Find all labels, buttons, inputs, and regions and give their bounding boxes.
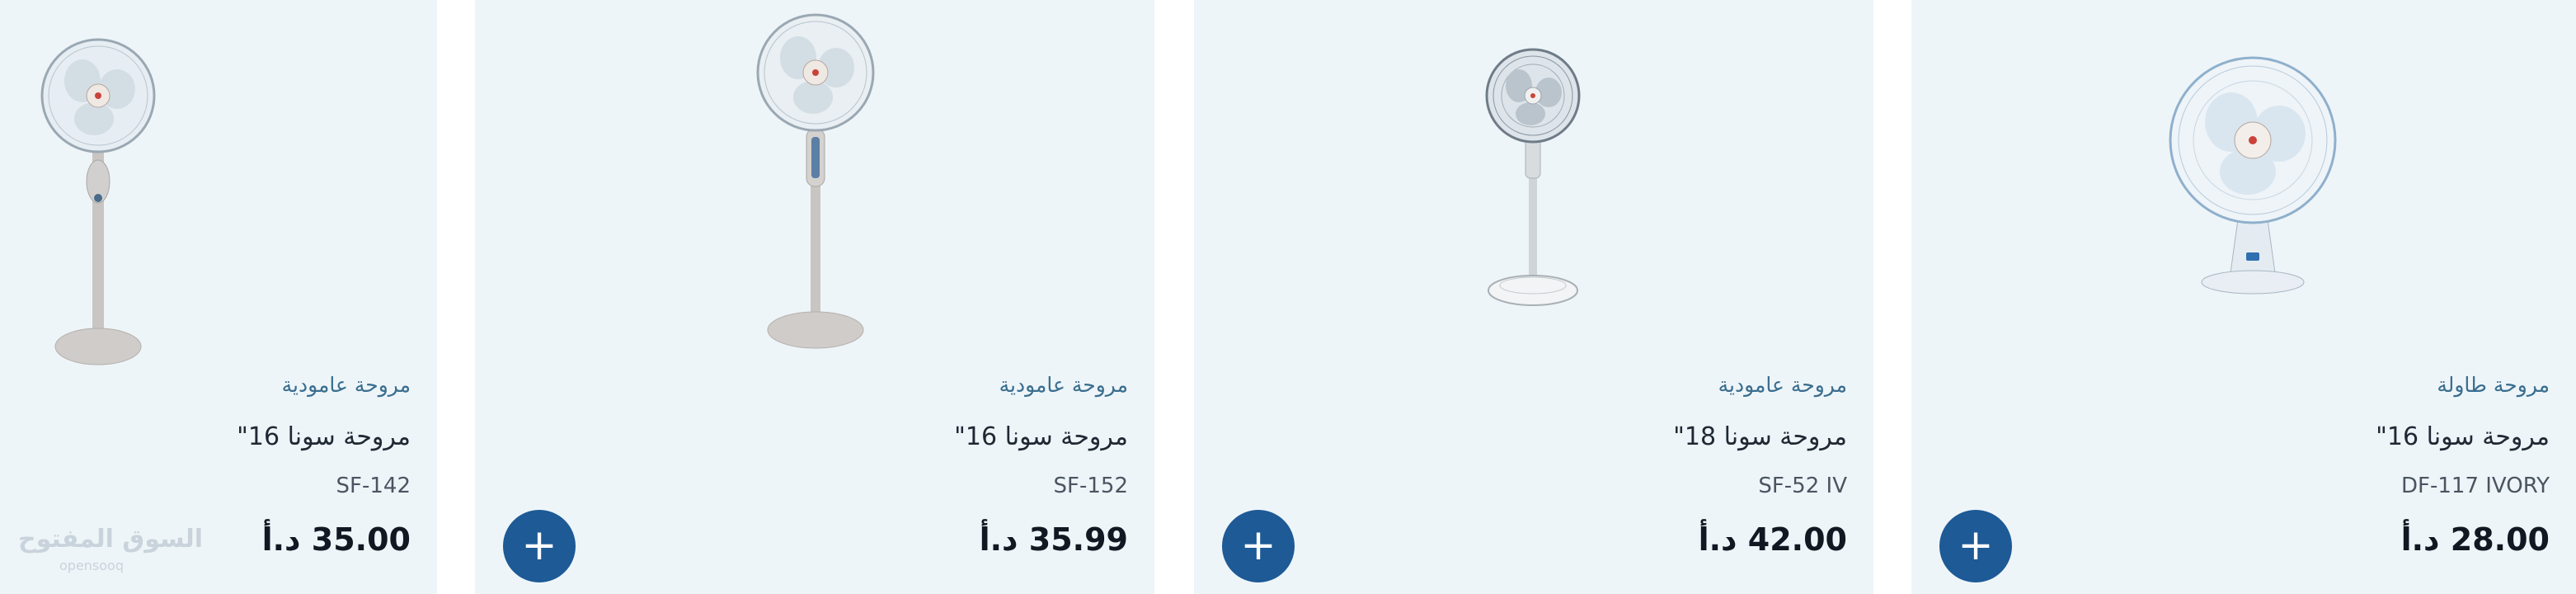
product-category: مروحة طاولة <box>2437 373 2550 397</box>
product-image[interactable] <box>0 0 437 365</box>
product-name[interactable]: مروحة سونا 16" <box>237 422 411 451</box>
standing-fan-icon <box>1485 48 1581 306</box>
product-name[interactable]: مروحة سونا 18" <box>1673 422 1847 451</box>
table-fan-icon <box>2169 56 2337 295</box>
product-card[interactable]: مروحة عامودية مروحة سونا 16" SF-152 35.9… <box>475 0 1154 594</box>
watermark-logo: السوق المفتوح <box>18 525 204 554</box>
product-model: DF-117 IVORY <box>2401 474 2550 498</box>
product-model: SF-152 <box>1053 474 1128 498</box>
product-card[interactable]: مروحة عامودية مروحة سونا 18" SF-52 IV 42… <box>1194 0 1873 594</box>
watermark-subtext: opensooq <box>59 558 124 573</box>
product-name[interactable]: مروحة سونا 16" <box>954 422 1128 451</box>
product-category: مروحة عامودية <box>1718 373 1847 397</box>
standing-fan-icon <box>756 13 875 349</box>
product-image[interactable] <box>1194 0 1873 363</box>
product-image[interactable] <box>475 0 1154 363</box>
add-to-cart-button[interactable]: + <box>503 510 576 582</box>
product-card[interactable]: مروحة عامودية مروحة سونا 16" SF-142 35.0… <box>0 0 437 594</box>
product-card[interactable]: مروحة طاولة مروحة سونا 16" DF-117 IVORY … <box>1911 0 2576 594</box>
product-price: 35.00 د.أ <box>261 521 411 558</box>
standing-fan-icon <box>40 38 156 365</box>
add-to-cart-button[interactable]: + <box>1222 510 1295 582</box>
product-model: SF-142 <box>336 474 411 498</box>
product-category: مروحة عامودية <box>281 373 411 397</box>
product-price: 35.99 د.أ <box>979 521 1128 558</box>
product-category: مروحة عامودية <box>999 373 1128 397</box>
product-name[interactable]: مروحة سونا 16" <box>2376 422 2550 451</box>
product-price: 28.00 د.أ <box>2400 521 2550 558</box>
add-to-cart-button[interactable]: + <box>1939 510 2012 582</box>
product-model: SF-52 IV <box>1758 474 1847 498</box>
product-image[interactable] <box>1911 0 2576 363</box>
product-price: 42.00 د.أ <box>1698 521 1847 558</box>
